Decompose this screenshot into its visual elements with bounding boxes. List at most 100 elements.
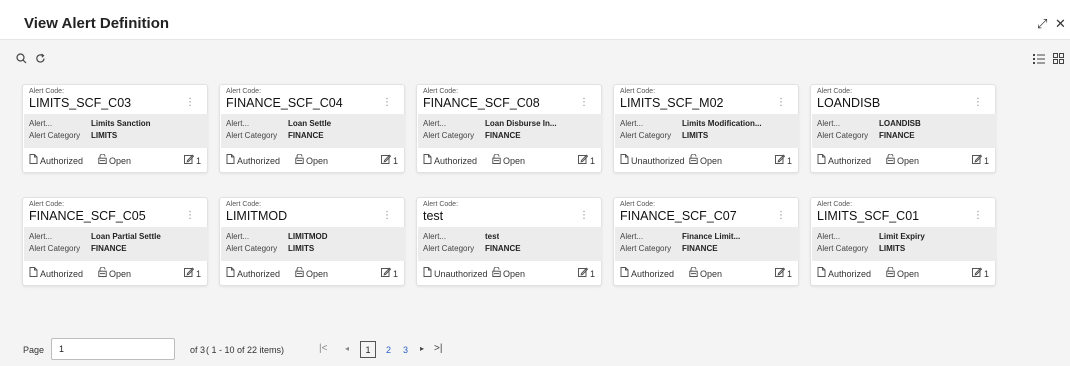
alert-name-label: Alert... (620, 232, 644, 241)
kebab-icon[interactable]: ⋮ (382, 210, 392, 221)
close-icon[interactable]: ✕ (1055, 16, 1066, 32)
kebab-icon[interactable]: ⋮ (579, 210, 589, 221)
alert-card[interactable]: Alert Code: FINANCE_SCF_C07 ⋮ Alert... Finan… (613, 197, 799, 286)
version-badge[interactable]: 1 (380, 154, 398, 166)
page-link-2[interactable]: 2 (386, 345, 391, 355)
page-label: Page (23, 345, 45, 355)
page-link-3[interactable]: 3 (403, 345, 408, 355)
refresh-icon[interactable] (35, 51, 46, 69)
unlock-icon (295, 266, 304, 279)
next-page-icon[interactable]: ▸ (420, 344, 424, 353)
edit-icon (183, 267, 195, 279)
alert-code-caption: Alert Code: (29, 201, 65, 208)
alert-code-value: LOANDISB (817, 96, 881, 110)
grid-view-icon[interactable] (1053, 51, 1064, 69)
open-text: Open (306, 269, 329, 279)
card-header: Alert Code: LIMITS_SCF_C03 ⋮ (23, 85, 207, 111)
version-number: 1 (983, 156, 989, 166)
alert-category-label: Alert Category (423, 131, 475, 140)
version-badge[interactable]: 1 (774, 267, 792, 279)
card-footer: Authorized Open 1 (23, 151, 207, 171)
alert-category-row: Alert Category FINANCE (29, 244, 127, 253)
open-text: Open (306, 156, 329, 166)
alert-name-row: Alert... LIMITMOD (226, 232, 328, 241)
status-badge: Unauthorized (423, 267, 488, 279)
alert-card[interactable]: Alert Code: LIMITMOD ⋮ Alert... LIMITMOD Aler… (219, 197, 405, 286)
alert-card[interactable]: Alert Code: LIMITS_SCF_C03 ⋮ Alert... Limits… (22, 84, 208, 173)
card-header: Alert Code: FINANCE_SCF_C04 ⋮ (220, 85, 404, 111)
alert-name-value: Limit Expiry (879, 232, 925, 241)
kebab-icon[interactable]: ⋮ (776, 97, 786, 108)
version-badge[interactable]: 1 (183, 267, 201, 279)
version-badge[interactable]: 1 (971, 267, 989, 279)
unlock-icon (689, 153, 698, 166)
version-number: 1 (786, 156, 792, 166)
version-badge[interactable]: 1 (183, 154, 201, 166)
list-view-icon[interactable] (1033, 51, 1045, 69)
kebab-icon[interactable]: ⋮ (973, 210, 983, 221)
kebab-icon[interactable]: ⋮ (776, 210, 786, 221)
edit-icon (577, 154, 589, 166)
alert-code-value: LIMITMOD (226, 209, 288, 223)
status-text: Authorized (237, 156, 281, 166)
alert-card[interactable]: Alert Code: LIMITS_SCF_C01 ⋮ Alert... Limit … (810, 197, 996, 286)
alert-code-caption: Alert Code: (817, 201, 853, 208)
alert-code-caption: Alert Code: (620, 201, 656, 208)
version-number: 1 (786, 269, 792, 279)
alert-card[interactable]: Alert Code: FINANCE_SCF_C04 ⋮ Alert... Loan … (219, 84, 405, 173)
open-status: Open (886, 266, 919, 279)
status-badge: Authorized (817, 154, 871, 166)
page-number-input[interactable] (51, 338, 175, 360)
alert-name-value: Loan Disburse In... (485, 119, 557, 128)
first-page-icon[interactable]: |< (319, 343, 327, 354)
alert-code-value: LIMITS_SCF_M02 (620, 96, 724, 110)
alert-name-row: Alert... Limits Sanction (29, 119, 151, 128)
kebab-icon[interactable]: ⋮ (382, 97, 392, 108)
alert-name-label: Alert... (226, 232, 250, 241)
status-badge: Authorized (817, 267, 871, 279)
document-icon (620, 267, 629, 279)
alert-code-value: LIMITS_SCF_C01 (817, 209, 920, 223)
open-text: Open (897, 156, 920, 166)
kebab-icon[interactable]: ⋮ (973, 97, 983, 108)
open-status: Open (295, 266, 329, 279)
alert-category-row: Alert Category LIMITS (226, 244, 314, 253)
search-icon[interactable] (16, 51, 27, 69)
alert-category-label: Alert Category (620, 131, 672, 140)
edit-icon (380, 154, 392, 166)
alert-card[interactable]: Alert Code: FINANCE_SCF_C05 ⋮ Alert... Loan … (22, 197, 208, 286)
version-badge[interactable]: 1 (774, 154, 792, 166)
kebab-icon[interactable]: ⋮ (579, 97, 589, 108)
alert-category-value: FINANCE (682, 244, 718, 253)
unlock-icon (492, 153, 501, 166)
alert-name-value: Limits Modification... (682, 119, 762, 128)
alert-card[interactable]: Alert Code: FINANCE_SCF_C08 ⋮ Alert... Loan … (416, 84, 602, 173)
document-icon (620, 154, 629, 166)
alert-card[interactable]: Alert Code: LIMITS_SCF_M02 ⋮ Alert... Limits… (613, 84, 799, 173)
kebab-icon[interactable]: ⋮ (185, 210, 195, 221)
status-text: Unauthorized (631, 156, 685, 166)
version-number: 1 (392, 269, 398, 279)
alert-code-caption: Alert Code: (423, 88, 459, 95)
alert-category-value: LIMITS (288, 244, 315, 253)
version-badge[interactable]: 1 (380, 267, 398, 279)
unlock-icon (492, 266, 501, 279)
alert-card[interactable]: Alert Code: LOANDISB ⋮ Alert... LOANDISB Aler… (810, 84, 996, 173)
kebab-icon[interactable]: ⋮ (185, 97, 195, 108)
version-badge[interactable]: 1 (577, 267, 595, 279)
status-text: Unauthorized (434, 269, 488, 279)
page-link-1[interactable]: 1 (360, 341, 376, 358)
expand-icon[interactable]: ⤢ (1037, 16, 1047, 32)
card-footer: Authorized Open 1 (614, 264, 798, 284)
alert-category-label: Alert Category (817, 131, 869, 140)
alert-name-row: Alert... Limit Expiry (817, 232, 925, 241)
alert-card[interactable]: Alert Code: test ⋮ Alert... test Alert Catego… (416, 197, 602, 286)
alert-name-label: Alert... (817, 119, 841, 128)
version-badge[interactable]: 1 (577, 154, 595, 166)
alert-category-row: Alert Category FINANCE (423, 244, 521, 253)
alert-category-label: Alert Category (817, 244, 869, 253)
previous-page-icon[interactable]: ◂ (345, 344, 349, 353)
last-page-icon[interactable]: >| (434, 343, 442, 354)
alert-code-caption: Alert Code: (226, 201, 262, 208)
version-badge[interactable]: 1 (971, 154, 989, 166)
